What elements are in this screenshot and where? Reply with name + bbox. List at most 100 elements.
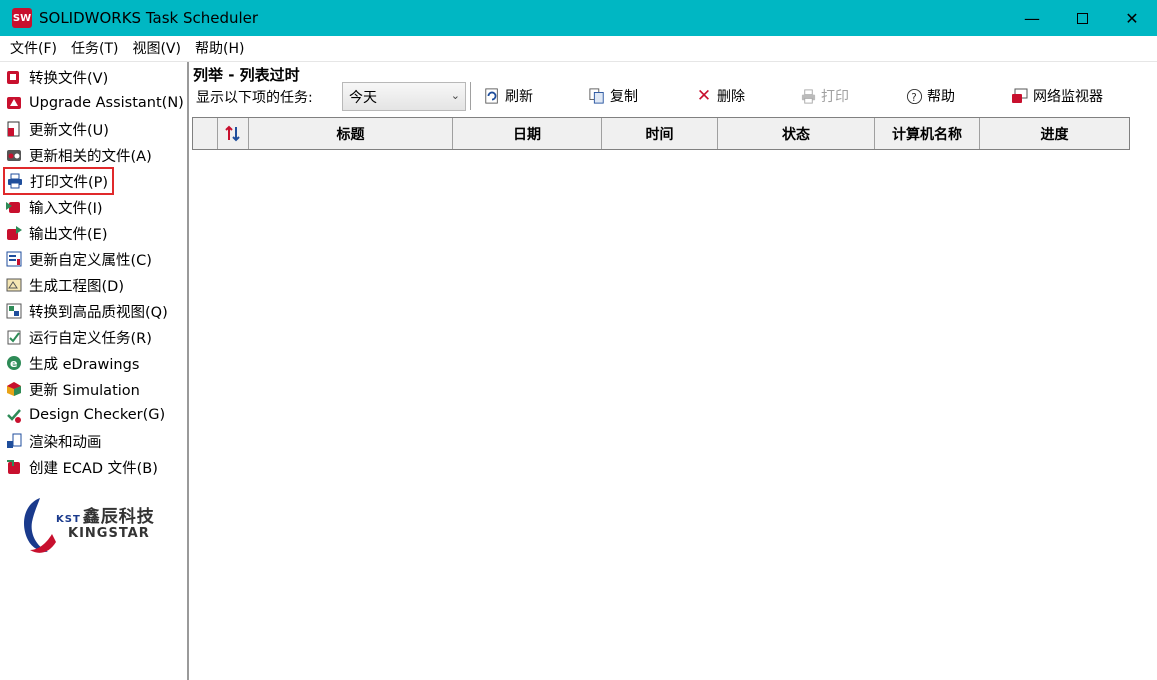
sidebar-item-label: 创建 ECAD 文件(B): [29, 460, 158, 477]
menu-bar: 文件(F) 任务(T) 视图(V) 帮助(H): [0, 36, 1157, 62]
refresh-button[interactable]: 刷新: [483, 83, 533, 109]
sidebar-item-upgrade-assistant[interactable]: Upgrade Assistant(N): [4, 91, 184, 115]
help-label: 帮助: [927, 89, 955, 105]
sidebar-item-create-drawings[interactable]: 生成工程图(D): [4, 273, 124, 297]
column-progress[interactable]: 进度: [980, 118, 1129, 149]
solidworks-logo-icon: SW: [12, 8, 32, 28]
help-icon: ?: [905, 87, 923, 105]
printer-icon: [799, 87, 817, 105]
task-grid-header: 标题 日期 时间 状态 计算机名称 进度: [192, 117, 1130, 150]
maximize-icon: [1076, 12, 1088, 24]
high-quality-view-icon: [4, 301, 24, 321]
sidebar-item-update-related-files[interactable]: 更新相关的文件(A): [4, 143, 152, 167]
close-button[interactable]: ✕: [1107, 0, 1157, 36]
delete-icon: ✕: [696, 86, 712, 106]
copy-icon: [588, 87, 606, 105]
print-button[interactable]: 打印: [799, 83, 849, 109]
column-date[interactable]: 日期: [453, 118, 602, 149]
sidebar-item-label: 渲染和动画: [29, 434, 102, 451]
menu-task[interactable]: 任务(T): [65, 36, 124, 62]
panel-title: 列举 - 列表过时: [193, 66, 300, 84]
update-related-files-icon: [4, 145, 24, 165]
column-select[interactable]: [193, 118, 218, 149]
column-title[interactable]: 标题: [249, 118, 453, 149]
design-checker-icon: [4, 405, 24, 425]
import-file-icon: [4, 197, 24, 217]
copy-button[interactable]: 复制: [588, 83, 638, 109]
column-computer-name[interactable]: 计算机名称: [875, 118, 980, 149]
column-status[interactable]: 状态: [718, 118, 875, 149]
show-tasks-label: 显示以下项的任务:: [196, 90, 313, 106]
network-monitor-label: 网络监视器: [1033, 89, 1103, 105]
sidebar-item-label: 转换到高品质视图(Q): [29, 304, 168, 321]
sidebar-item-run-custom-task[interactable]: 运行自定义任务(R): [4, 325, 152, 349]
export-file-icon: [4, 223, 24, 243]
sidebar-item-update-simulation[interactable]: 更新 Simulation: [4, 377, 140, 401]
sidebar-item-label: Upgrade Assistant(N): [29, 95, 184, 111]
minimize-button[interactable]: —: [1007, 0, 1057, 36]
sidebar-item-convert-files[interactable]: 转换文件(V): [4, 65, 108, 89]
title-bar: SW SOLIDWORKS Task Scheduler — ✕: [0, 0, 1157, 36]
task-sidebar: 转换文件(V) Upgrade Assistant(N) 更新文件(U) 更新相…: [0, 62, 189, 680]
sidebar-item-design-checker[interactable]: Design Checker(G): [4, 403, 165, 427]
sidebar-item-label: 输入文件(I): [29, 200, 103, 217]
kingstar-logo-cn: KST 鑫辰科技: [56, 507, 155, 527]
custom-task-icon: [4, 327, 24, 347]
date-filter-select[interactable]: 今天 ⌄: [342, 82, 466, 111]
sidebar-item-print-files[interactable]: 打印文件(P): [3, 167, 115, 195]
network-monitor-button[interactable]: 网络监视器: [1011, 83, 1103, 109]
sidebar-item-update-files[interactable]: 更新文件(U): [4, 117, 109, 141]
maximize-button[interactable]: [1057, 0, 1107, 36]
kingstar-logo: KST 鑫辰科技 KINGSTAR: [18, 494, 168, 556]
column-time[interactable]: 时间: [602, 118, 718, 149]
sidebar-item-create-ecad-file[interactable]: 创建 ECAD 文件(B): [4, 455, 158, 479]
sidebar-item-label: Design Checker(G): [29, 407, 166, 423]
sidebar-item-high-quality-views[interactable]: 转换到高品质视图(Q): [4, 299, 168, 323]
menu-help[interactable]: 帮助(H): [189, 36, 250, 62]
drawing-icon: [4, 275, 24, 295]
svg-text:?: ?: [911, 91, 917, 103]
sidebar-item-label: 输出文件(E): [29, 226, 108, 243]
refresh-icon: [483, 87, 501, 105]
sidebar-item-update-custom-properties[interactable]: 更新自定义属性(C): [4, 247, 152, 271]
column-sort[interactable]: [218, 118, 249, 149]
print-file-icon: [5, 171, 25, 191]
refresh-label: 刷新: [505, 89, 533, 105]
sidebar-item-label: 更新文件(U): [29, 122, 109, 139]
network-monitor-icon: [1011, 87, 1029, 105]
kingstar-emblem-icon: [24, 498, 56, 553]
task-list-panel: 列举 - 列表过时 显示以下项的任务: 今天 ⌄ 刷新 复制 ✕ 删除 打印 ?…: [191, 62, 1157, 680]
help-button[interactable]: ? 帮助: [905, 83, 955, 109]
sidebar-item-label: 运行自定义任务(R): [29, 330, 152, 347]
sidebar-item-label: 更新 Simulation: [29, 382, 140, 399]
sidebar-item-label: 生成工程图(D): [29, 278, 124, 295]
custom-properties-icon: [4, 249, 24, 269]
delete-button[interactable]: ✕ 删除: [695, 83, 745, 109]
kingstar-logo-en: KINGSTAR: [68, 526, 150, 541]
delete-label: 删除: [717, 89, 745, 105]
edrawings-icon: e: [4, 353, 24, 373]
sidebar-item-import-files[interactable]: 输入文件(I): [4, 195, 103, 219]
sidebar-item-render-animation[interactable]: 渲染和动画: [4, 429, 102, 453]
convert-file-icon: [4, 67, 24, 87]
chevron-down-icon: ⌄: [450, 89, 460, 102]
menu-view[interactable]: 视图(V): [126, 36, 187, 62]
sidebar-item-edrawings[interactable]: e 生成 eDrawings: [4, 351, 139, 375]
render-animation-icon: [4, 431, 24, 451]
print-label: 打印: [821, 89, 849, 105]
menu-file[interactable]: 文件(F): [4, 36, 63, 62]
simulation-icon: [4, 379, 24, 399]
ecad-file-icon: [4, 457, 24, 477]
sidebar-item-label: 转换文件(V): [29, 70, 109, 87]
window-controls: — ✕: [1007, 0, 1157, 36]
date-filter-value: 今天: [349, 89, 377, 106]
sort-icon: [225, 125, 240, 141]
window-title: SOLIDWORKS Task Scheduler: [39, 9, 259, 27]
toolbar-separator: [470, 82, 471, 110]
copy-label: 复制: [610, 89, 638, 105]
sidebar-item-export-files[interactable]: 输出文件(E): [4, 221, 107, 245]
svg-text:e: e: [10, 357, 17, 370]
sidebar-item-label: 更新自定义属性(C): [29, 252, 152, 269]
sidebar-item-label: 生成 eDrawings: [29, 356, 140, 373]
update-file-icon: [4, 119, 24, 139]
